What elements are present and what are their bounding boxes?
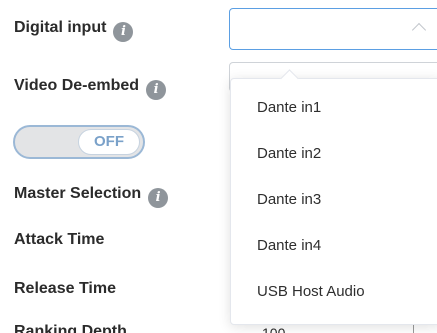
- master-selection-row: Master Selection i: [14, 185, 169, 208]
- digital-input-label: Digital input: [14, 19, 107, 36]
- video-deembed-label: Video De-embed: [14, 77, 140, 94]
- master-selection-label: Master Selection: [14, 185, 142, 202]
- release-time-row: Release Time: [14, 280, 116, 298]
- dropdown-option-dante-in3[interactable]: Dante in3: [231, 177, 437, 223]
- info-icon[interactable]: i: [113, 22, 134, 42]
- chevron-up-icon[interactable]: [411, 22, 427, 38]
- digital-input-dropdown: Dante in1 Dante in2 Dante in3 Dante in4 …: [230, 69, 437, 325]
- release-time-label: Release Time: [14, 280, 116, 297]
- dropdown-option-dante-in4[interactable]: Dante in4: [231, 223, 437, 269]
- video-deembed-toggle[interactable]: OFF: [13, 125, 145, 159]
- toggle-state-label: OFF: [94, 133, 124, 150]
- dropdown-option-dante-in1[interactable]: Dante in1: [231, 85, 437, 131]
- attack-time-row: Attack Time: [14, 231, 104, 249]
- info-icon[interactable]: i: [148, 188, 169, 208]
- dropdown-list: Dante in1 Dante in2 Dante in3 Dante in4 …: [231, 79, 437, 315]
- settings-panel: Digital input i Video De-embed i OFF Maste…: [0, 0, 437, 333]
- attack-time-label: Attack Time: [14, 231, 105, 248]
- toggle-knob[interactable]: OFF: [78, 129, 140, 155]
- info-icon[interactable]: i: [146, 80, 167, 100]
- video-deembed-row: Video De-embed i: [14, 77, 167, 100]
- dropdown-option-usb-host-audio[interactable]: USB Host Audio: [231, 269, 437, 315]
- ranking-depth-label: Ranking Depth: [14, 323, 127, 333]
- dropdown-option-dante-in2[interactable]: Dante in2: [231, 131, 437, 177]
- ranking-depth-value[interactable]: 100: [262, 325, 285, 333]
- digital-input-select[interactable]: [229, 8, 437, 50]
- digital-input-row: Digital input i: [14, 19, 134, 42]
